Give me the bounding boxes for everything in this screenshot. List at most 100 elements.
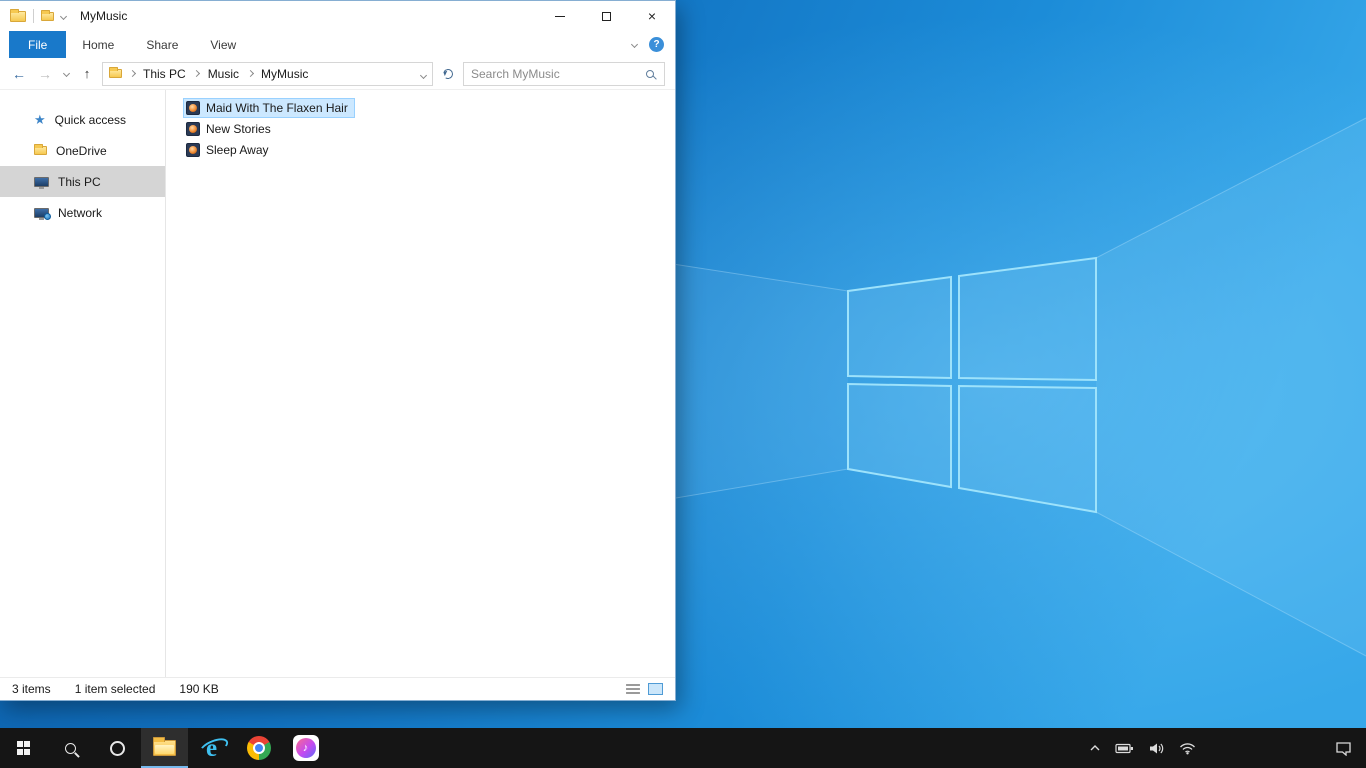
up-button[interactable]: ↑ — [76, 62, 98, 86]
explorer-app-icon — [10, 8, 26, 22]
show-hidden-icons-button[interactable] — [1082, 728, 1108, 768]
network-tray-button[interactable] — [1172, 728, 1203, 768]
help-button[interactable]: ? — [649, 37, 664, 52]
action-center-button[interactable] — [1321, 728, 1366, 768]
close-icon: × — [647, 8, 657, 24]
windows-logo-icon — [16, 741, 31, 755]
start-button[interactable] — [0, 728, 47, 768]
file-row-sleep-away[interactable]: Sleep Away — [183, 140, 276, 160]
navigation-pane: ★ Quick access OneDrive This PC Network — [0, 90, 166, 677]
chevron-down-icon — [62, 69, 70, 78]
battery-tray-button[interactable] — [1108, 728, 1141, 768]
chevron-right-icon — [193, 69, 201, 78]
chevron-up-icon — [1090, 745, 1100, 751]
taskbar-file-explorer-button[interactable] — [141, 728, 188, 768]
tab-view[interactable]: View — [194, 31, 252, 58]
cortana-button[interactable] — [94, 728, 141, 768]
ie-letter: e — [205, 734, 218, 762]
qat-separator — [33, 9, 34, 23]
tab-file[interactable]: File — [9, 31, 67, 58]
sidebar-item-this-pc[interactable]: This PC — [0, 166, 165, 197]
file-name: Maid With The Flaxen Hair — [206, 101, 348, 115]
tab-home[interactable]: Home — [66, 31, 130, 58]
system-tray — [1082, 728, 1366, 768]
search-icon — [65, 742, 76, 754]
large-icons-view-button[interactable] — [648, 683, 663, 695]
details-view-button[interactable] — [626, 683, 640, 695]
search-icon — [646, 69, 654, 78]
view-toggle-group — [626, 683, 663, 695]
file-explorer-window: MyMusic × File Home Share View ? ← → ↑ T… — [0, 0, 676, 701]
cortana-circle-icon — [110, 740, 125, 756]
expand-ribbon-chevron-icon[interactable] — [630, 40, 639, 49]
forward-button[interactable]: → — [34, 62, 56, 86]
close-button[interactable]: × — [629, 1, 675, 31]
taskbar-internet-explorer-button[interactable]: e — [188, 728, 235, 768]
onedrive-icon — [34, 144, 47, 155]
taskbar-chrome-button[interactable] — [235, 728, 282, 768]
breadcrumb-separator-icon[interactable] — [246, 69, 254, 78]
file-row-new-stories[interactable]: New Stories — [183, 119, 278, 139]
itunes-icon: ♪ — [292, 735, 319, 761]
back-button[interactable]: ← — [8, 62, 30, 86]
search-box[interactable] — [463, 61, 665, 86]
title-bar[interactable]: MyMusic × — [0, 1, 675, 31]
sidebar-item-network[interactable]: Network — [0, 197, 165, 228]
file-row-maid-with-the-flaxen-hair[interactable]: Maid With The Flaxen Hair — [183, 98, 355, 118]
volume-tray-button[interactable] — [1141, 728, 1172, 768]
window-controls: × — [537, 1, 675, 31]
taskbar-search-button[interactable] — [47, 728, 94, 768]
status-selection: 1 item selected — [74, 682, 156, 696]
chevron-down-icon — [419, 71, 428, 79]
refresh-icon — [441, 67, 455, 80]
sidebar-item-label: Network — [58, 205, 103, 220]
breadcrumb-music[interactable]: Music — [207, 67, 240, 81]
file-list[interactable]: Maid With The Flaxen Hair New Stories Sl… — [166, 90, 675, 677]
chevron-right-icon — [246, 69, 254, 78]
maximize-icon — [601, 11, 611, 21]
action-center-icon — [1336, 741, 1351, 756]
qat-customize-chevron-icon[interactable] — [59, 12, 68, 20]
tab-share[interactable]: Share — [130, 31, 194, 58]
recent-locations-chevron-icon[interactable] — [60, 69, 72, 78]
breadcrumb-this-pc[interactable]: This PC — [142, 67, 187, 81]
window-title: MyMusic — [80, 9, 128, 23]
breadcrumb-mymusic[interactable]: MyMusic — [260, 67, 309, 81]
address-breadcrumb-bar[interactable]: This PC Music MyMusic — [102, 61, 433, 86]
sidebar-item-onedrive[interactable]: OneDrive — [0, 135, 165, 166]
sidebar-item-label: Quick access — [54, 112, 127, 127]
qat-folder-icon[interactable] — [41, 9, 54, 21]
quick-access-toolbar — [0, 8, 68, 23]
internet-explorer-icon: e — [199, 735, 225, 761]
status-item-count: 3 items — [12, 682, 51, 696]
wifi-icon — [1180, 742, 1195, 754]
chevron-right-icon — [128, 69, 136, 78]
window-body: ★ Quick access OneDrive This PC Network … — [0, 90, 675, 677]
music-file-icon — [186, 143, 200, 157]
sidebar-item-quick-access[interactable]: ★ Quick access — [0, 104, 165, 135]
this-pc-monitor-icon — [34, 176, 49, 189]
file-name: Sleep Away — [206, 143, 269, 157]
status-bar: 3 items 1 item selected 190 KB — [0, 677, 675, 700]
minimize-icon — [555, 15, 565, 17]
minimize-button[interactable] — [537, 1, 583, 31]
taskbar-itunes-button[interactable]: ♪ — [282, 728, 329, 768]
sidebar-item-label: This PC — [58, 174, 101, 189]
taskbar: e ♪ — [0, 728, 1366, 768]
address-dropdown-chevron-icon[interactable] — [419, 67, 428, 81]
network-icon — [34, 207, 51, 220]
sidebar-item-label: OneDrive — [56, 143, 107, 158]
quick-access-star-icon: ★ — [34, 112, 46, 127]
refresh-button[interactable] — [437, 62, 459, 86]
address-bar-row: ← → ↑ This PC Music MyMusic — [0, 58, 675, 90]
music-file-icon — [186, 101, 200, 115]
breadcrumb-separator-icon[interactable] — [193, 69, 201, 78]
file-name: New Stories — [206, 122, 271, 136]
music-note-icon: ♪ — [295, 738, 316, 758]
ribbon-right-controls: ? — [630, 31, 675, 58]
speaker-icon — [1150, 743, 1164, 753]
battery-icon — [1115, 743, 1133, 753]
maximize-button[interactable] — [583, 1, 629, 31]
ribbon-tab-row: File Home Share View ? — [0, 31, 675, 58]
search-input[interactable] — [471, 66, 646, 81]
